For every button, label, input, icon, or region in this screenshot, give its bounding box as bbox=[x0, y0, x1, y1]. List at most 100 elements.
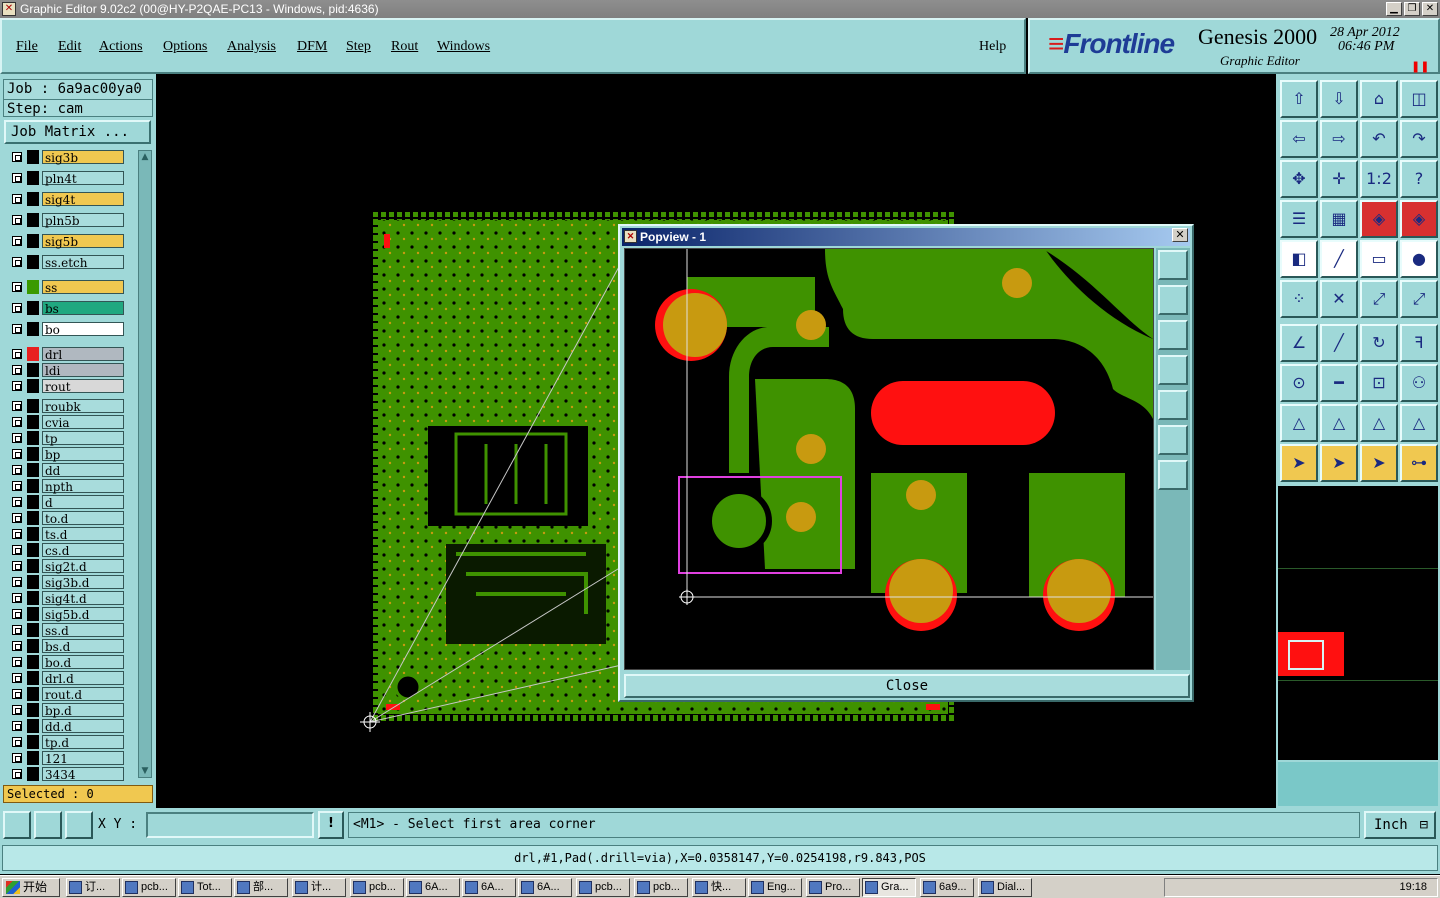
layer-color-swatch[interactable] bbox=[27, 639, 39, 653]
layer-checkbox[interactable] bbox=[12, 641, 22, 651]
layer-color-swatch[interactable] bbox=[27, 767, 39, 781]
export-button[interactable]: ⇩ bbox=[1320, 80, 1358, 118]
scroll-up-icon[interactable]: ▲ bbox=[140, 152, 150, 162]
layer-name[interactable]: 121 bbox=[42, 751, 124, 766]
layer-color-swatch[interactable] bbox=[27, 171, 39, 185]
layer-color-swatch[interactable] bbox=[27, 495, 39, 509]
menu-dfm[interactable]: DFM bbox=[297, 39, 327, 55]
layer-checkbox[interactable] bbox=[12, 497, 22, 507]
layer-name[interactable]: sig5b bbox=[42, 234, 124, 249]
ruler-button[interactable]: ▭ bbox=[1360, 240, 1398, 278]
layer-checkbox[interactable] bbox=[12, 689, 22, 699]
start-button[interactable]: 开始 bbox=[2, 878, 60, 897]
taskbar-item[interactable]: 快... bbox=[692, 878, 746, 897]
split-line-button[interactable]: ━ bbox=[1320, 364, 1358, 402]
layer-color-swatch[interactable] bbox=[27, 607, 39, 621]
layer-color-swatch[interactable] bbox=[27, 575, 39, 589]
layer-row-bo[interactable]: bo bbox=[5, 322, 125, 337]
layer-checkbox[interactable] bbox=[12, 657, 22, 667]
layer-color-swatch[interactable] bbox=[27, 719, 39, 733]
layer-checkbox[interactable] bbox=[12, 593, 22, 603]
layer-color-swatch[interactable] bbox=[27, 735, 39, 749]
taskbar-item[interactable]: Eng... bbox=[748, 878, 802, 897]
layer-name[interactable]: bo bbox=[42, 322, 124, 337]
popview-pan-left-button[interactable] bbox=[1158, 355, 1188, 385]
layer-row-ts-d[interactable]: ts.d bbox=[5, 527, 125, 542]
layer-name[interactable]: bs bbox=[42, 301, 124, 316]
layer-name[interactable]: sig4t.d bbox=[42, 591, 124, 606]
layer-name[interactable]: ss bbox=[42, 280, 124, 295]
layer-checkbox[interactable] bbox=[12, 545, 22, 555]
layer-color-swatch[interactable] bbox=[27, 623, 39, 637]
layer-name[interactable]: ts.d bbox=[42, 527, 124, 542]
layer-name[interactable]: pln4t bbox=[42, 171, 124, 186]
layer-color-swatch[interactable] bbox=[27, 655, 39, 669]
taskbar-item[interactable]: pcb... bbox=[576, 878, 630, 897]
layer-row-bo-d[interactable]: bo.d bbox=[5, 655, 125, 670]
properties-button[interactable]: ☰ bbox=[1280, 200, 1318, 238]
angle-mode-button[interactable] bbox=[34, 811, 62, 839]
layer-color-swatch[interactable] bbox=[27, 559, 39, 573]
layer-color-swatch[interactable] bbox=[27, 192, 39, 206]
net-connect-button[interactable]: ◈ bbox=[1360, 200, 1398, 238]
layer-name[interactable]: tp bbox=[42, 431, 124, 446]
layer-color-swatch[interactable] bbox=[27, 415, 39, 429]
layer-color-swatch[interactable] bbox=[27, 751, 39, 765]
layer-color-swatch[interactable] bbox=[27, 399, 39, 413]
taskbar-item[interactable]: Gra... bbox=[862, 878, 916, 897]
layer-checkbox[interactable] bbox=[12, 625, 22, 635]
layer-row-bp[interactable]: bp bbox=[5, 447, 125, 462]
grid-mode-button[interactable] bbox=[65, 811, 93, 839]
layer-name[interactable]: ldi bbox=[42, 363, 124, 378]
pad-button[interactable]: ● bbox=[1400, 240, 1438, 278]
layer-checkbox[interactable] bbox=[12, 529, 22, 539]
fit-view-button[interactable]: ✥ bbox=[1280, 160, 1318, 198]
taskbar-item[interactable]: Dial... bbox=[978, 878, 1032, 897]
layer-row-rout-d[interactable]: rout.d bbox=[5, 687, 125, 702]
layer-name[interactable]: cvia bbox=[42, 415, 124, 430]
layer-row-3434[interactable]: 3434 bbox=[5, 767, 125, 782]
taskbar-item[interactable]: 6A... bbox=[518, 878, 572, 897]
taskbar-item[interactable]: 6a9... bbox=[920, 878, 974, 897]
menu-rout[interactable]: Rout bbox=[391, 39, 418, 55]
layer-row-121[interactable]: 121 bbox=[5, 751, 125, 766]
overview-map[interactable] bbox=[1278, 486, 1438, 760]
layer-name[interactable]: sig4t bbox=[42, 192, 124, 207]
layer-color-swatch[interactable] bbox=[27, 363, 39, 377]
layer-name[interactable]: pln5b bbox=[42, 213, 124, 228]
help-button[interactable]: ? bbox=[1400, 160, 1438, 198]
text-button[interactable]: ꟻ bbox=[1400, 324, 1438, 362]
layer-name[interactable]: sig5b.d bbox=[42, 607, 124, 622]
layer-checkbox[interactable] bbox=[12, 365, 22, 375]
menu-actions[interactable]: Actions bbox=[99, 39, 143, 55]
popview-close-button[interactable]: Close bbox=[624, 674, 1190, 698]
layer-checkbox[interactable] bbox=[12, 236, 22, 246]
layer-name[interactable]: bp bbox=[42, 447, 124, 462]
redo-button[interactable]: ↷ bbox=[1400, 120, 1438, 158]
layer-row-d[interactable]: d bbox=[5, 495, 125, 510]
layer-name[interactable]: bo.d bbox=[42, 655, 124, 670]
layer-checkbox[interactable] bbox=[12, 257, 22, 267]
layer-color-swatch[interactable] bbox=[27, 347, 39, 361]
layer-name[interactable]: d bbox=[42, 495, 124, 510]
taskbar-item[interactable]: 部... bbox=[234, 878, 288, 897]
circle-select-button[interactable]: ⊙ bbox=[1280, 364, 1318, 402]
layer-checkbox[interactable] bbox=[12, 769, 22, 779]
menu-edit[interactable]: Edit bbox=[58, 39, 81, 55]
layer-color-swatch[interactable] bbox=[27, 280, 39, 294]
taskbar-item[interactable]: pcb... bbox=[634, 878, 688, 897]
layer-row-sig3b-d[interactable]: sig3b.d bbox=[5, 575, 125, 590]
layer-checkbox[interactable] bbox=[12, 417, 22, 427]
layer-row-tp-d[interactable]: tp.d bbox=[5, 735, 125, 750]
layer-color-swatch[interactable] bbox=[27, 255, 39, 269]
popview-pan-up-button[interactable] bbox=[1158, 285, 1188, 315]
snap-mode-button[interactable] bbox=[3, 811, 31, 839]
layer-checkbox[interactable] bbox=[12, 481, 22, 491]
taskbar-item[interactable]: Tot... bbox=[178, 878, 232, 897]
layer-name[interactable]: sig2t.d bbox=[42, 559, 124, 574]
line-tool-button[interactable]: ╱ bbox=[1320, 240, 1358, 278]
layer-checkbox[interactable] bbox=[12, 577, 22, 587]
layer-name[interactable]: sig3b.d bbox=[42, 575, 124, 590]
layer-row-sig5b[interactable]: sig5b bbox=[5, 234, 125, 249]
cursor-snap-button[interactable]: ◧ bbox=[1280, 240, 1318, 278]
